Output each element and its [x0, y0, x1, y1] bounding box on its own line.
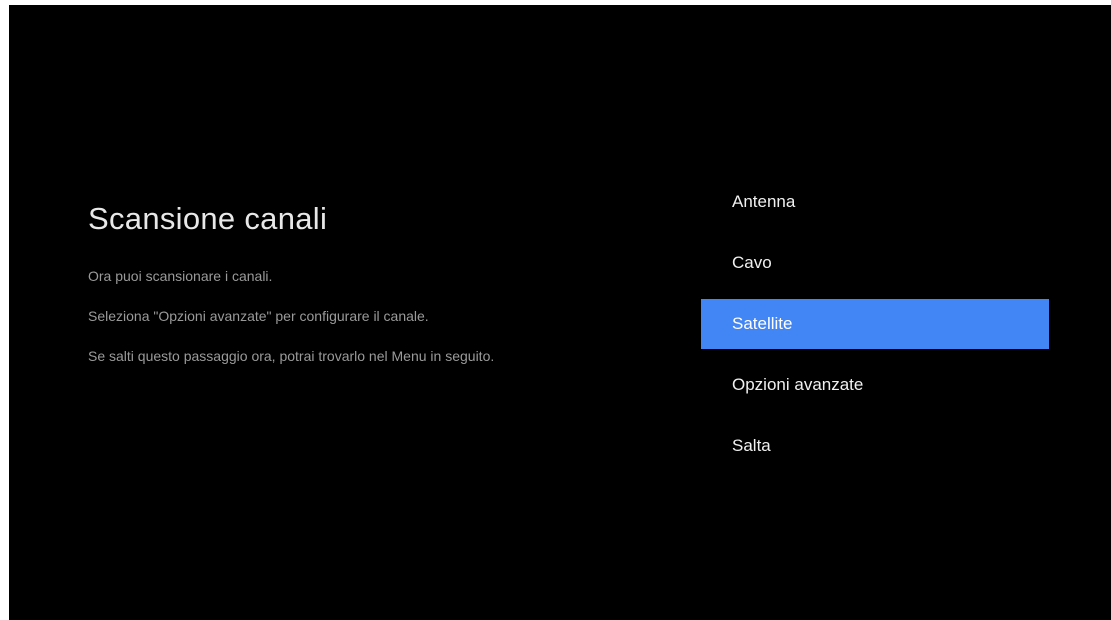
page-title: Scansione canali	[88, 201, 328, 236]
info-panel: Scansione canali Ora puoi scansionare i …	[88, 201, 648, 387]
description-line-1: Ora puoi scansionare i canali.	[88, 268, 273, 284]
description-line-3: Se salti questo passaggio ora, potrai tr…	[88, 348, 495, 364]
menu-item-opzioni-avanzate[interactable]: Opzioni avanzate	[701, 360, 1049, 410]
tv-screen: Scansione canali Ora puoi scansionare i …	[9, 5, 1111, 620]
scan-options-menu: Antenna Cavo Satellite Opzioni avanzate …	[701, 177, 1049, 482]
menu-item-antenna[interactable]: Antenna	[701, 177, 1049, 227]
menu-item-cavo[interactable]: Cavo	[701, 238, 1049, 288]
menu-item-salta[interactable]: Salta	[701, 421, 1049, 471]
description-line-2: Seleziona "Opzioni avanzate" per configu…	[88, 308, 429, 324]
menu-item-satellite[interactable]: Satellite	[701, 299, 1049, 349]
